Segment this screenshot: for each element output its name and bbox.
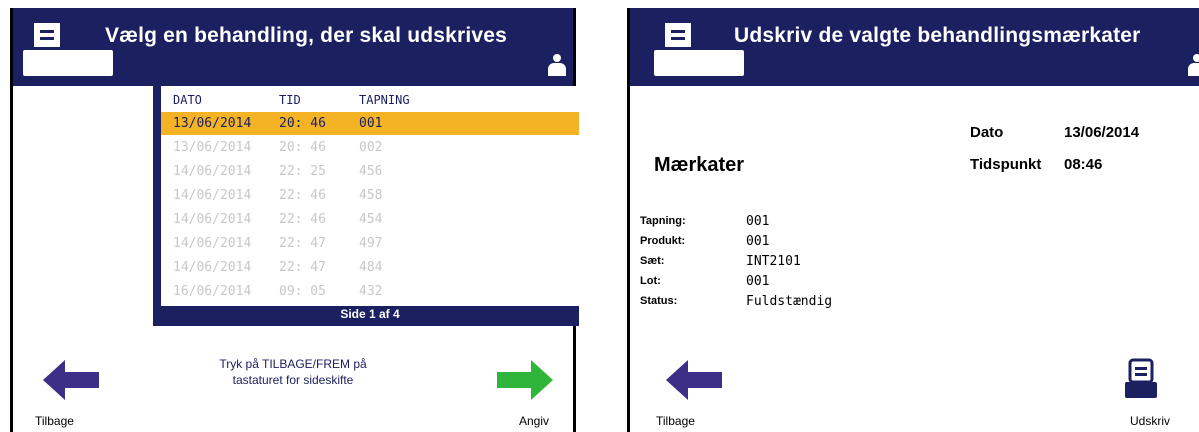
cell-time: 20: 46 xyxy=(279,116,326,131)
printer-icon xyxy=(654,20,744,76)
page-indicator: Side 1 af 4 xyxy=(340,307,400,321)
back-button-label[interactable]: Tilbage xyxy=(35,414,74,428)
table-row[interactable]: 14/06/2014 22: 47 497 xyxy=(161,232,579,255)
select-treatment-screen: Vælg en behandling, der skal udskrives D… xyxy=(10,8,579,432)
info-value: 001 xyxy=(746,274,770,289)
cell-tap: 456 xyxy=(359,164,383,179)
treatment-list-panel: DATO TID TAPNING 13/06/2014 20: 46 001 13/0… xyxy=(153,86,579,326)
back-button-label[interactable]: Tilbage xyxy=(656,414,695,428)
column-header-date: DATO xyxy=(173,93,202,107)
cell-time: 22: 25 xyxy=(279,164,326,179)
cell-time: 22: 47 xyxy=(279,236,326,251)
cell-date: 14/06/2014 xyxy=(173,212,252,227)
treatment-list: DATO TID TAPNING 13/06/2014 20: 46 001 13/0… xyxy=(161,86,579,306)
print-button-label[interactable]: Udskriv xyxy=(1130,414,1170,428)
cell-date: 16/06/2014 xyxy=(173,284,252,299)
info-key: Lot: xyxy=(640,275,661,287)
labels-title: Mærkater xyxy=(654,154,745,176)
info-value: 001 xyxy=(746,214,770,229)
cell-tap: 001 xyxy=(359,116,383,131)
cell-time: 22: 46 xyxy=(279,188,326,203)
info-key: Sæt: xyxy=(640,255,665,267)
page-title: Udskriv de valgte behandlingsmærkater xyxy=(734,24,1141,47)
hint-line-2: tastaturet for sideskifte xyxy=(232,373,354,387)
cell-date: 14/06/2014 xyxy=(173,188,252,203)
info-value: INT2101 xyxy=(746,254,801,269)
table-row[interactable]: 14/06/2014 22: 25 456 xyxy=(161,160,579,183)
info-key: Produkt: xyxy=(640,235,686,247)
header-bar: Udskriv de valgte behandlingsmærkater xyxy=(630,8,1199,86)
cell-date: 13/06/2014 xyxy=(173,140,252,155)
table-row[interactable]: 14/06/2014 22: 47 484 xyxy=(161,256,579,279)
cell-tap: 432 xyxy=(359,284,383,299)
left-arrow-icon[interactable] xyxy=(666,360,722,400)
info-value: Fuldstændig xyxy=(746,294,833,309)
cell-date: 14/06/2014 xyxy=(173,236,252,251)
hint-line-1: Tryk på TILBAGE/FREM på xyxy=(219,357,367,371)
page-hint: Tryk på TILBAGE/FREM på tastaturet for s… xyxy=(153,356,433,388)
info-value: 001 xyxy=(746,234,770,249)
table-row[interactable]: 14/06/2014 22: 46 458 xyxy=(161,184,579,207)
right-arrow-icon[interactable] xyxy=(497,360,553,400)
info-key: Tapning: xyxy=(640,215,686,227)
cell-date: 13/06/2014 xyxy=(173,116,252,131)
column-header-time: TID xyxy=(279,93,301,107)
time-value: 08:46 xyxy=(1064,156,1103,173)
info-key: Status: xyxy=(640,295,678,307)
printer-icon[interactable] xyxy=(1124,358,1158,400)
print-labels-screen: Udskriv de valgte behandlingsmærkater Da… xyxy=(627,8,1199,432)
table-row[interactable]: 13/06/2014 20: 46 001 xyxy=(161,112,579,135)
cell-time: 22: 47 xyxy=(279,260,326,275)
table-row[interactable]: 13/06/2014 20: 46 002 xyxy=(161,136,579,159)
enter-button-label[interactable]: Angiv xyxy=(519,414,549,428)
cell-tap: 497 xyxy=(359,236,383,251)
left-arrow-icon[interactable] xyxy=(43,360,99,400)
cell-time: 20: 46 xyxy=(279,140,326,155)
date-label: Dato xyxy=(970,124,1004,141)
time-label: Tidspunkt xyxy=(970,156,1042,173)
header-bar: Vælg en behandling, der skal udskrives xyxy=(13,8,573,86)
date-value: 13/06/2014 xyxy=(1064,124,1140,141)
cell-tap: 458 xyxy=(359,188,383,203)
user-icon xyxy=(1187,54,1199,76)
table-row[interactable]: 14/06/2014 22: 46 454 xyxy=(161,208,579,231)
cell-tap: 002 xyxy=(359,140,383,155)
cell-date: 14/06/2014 xyxy=(173,260,252,275)
page-title: Vælg en behandling, der skal udskrives xyxy=(105,24,508,47)
table-row[interactable]: 16/06/2014 09: 05 432 xyxy=(161,280,579,303)
user-icon xyxy=(547,54,567,76)
cell-tap: 454 xyxy=(359,212,383,227)
cell-time: 22: 46 xyxy=(279,212,326,227)
column-header-tap: TAPNING xyxy=(359,93,410,107)
cell-date: 14/06/2014 xyxy=(173,164,252,179)
cell-tap: 484 xyxy=(359,260,383,275)
cell-time: 09: 05 xyxy=(279,284,326,299)
printer-icon xyxy=(23,20,113,76)
